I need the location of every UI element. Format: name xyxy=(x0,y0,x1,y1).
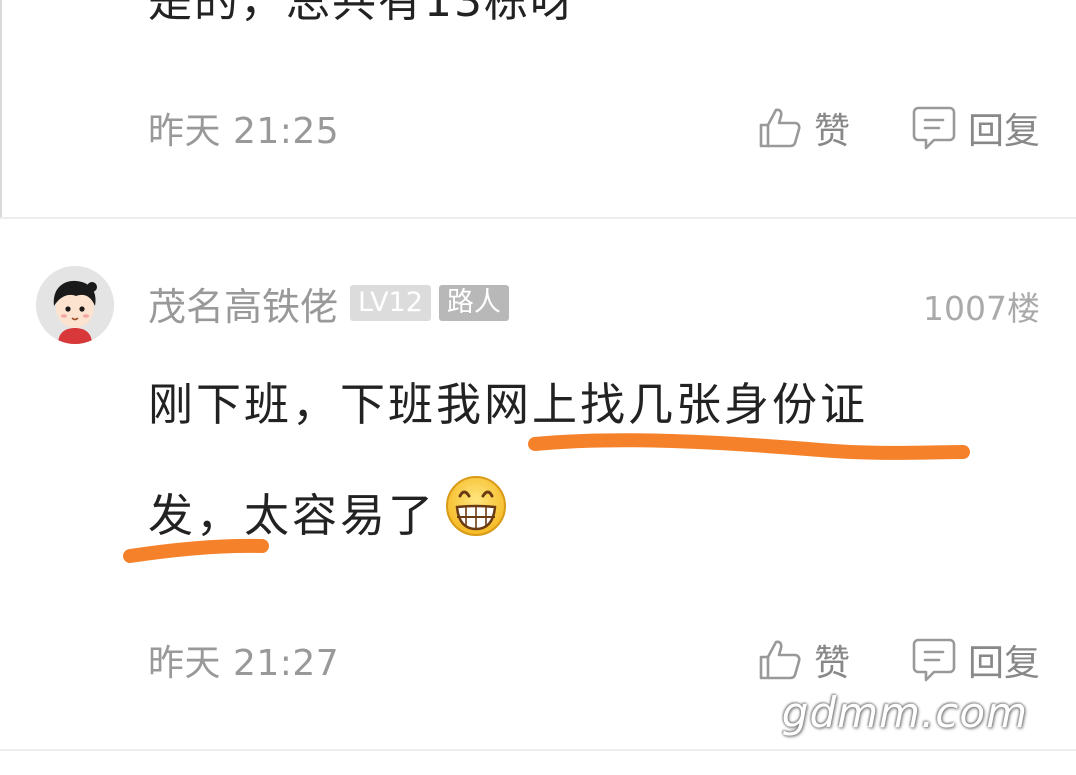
thumbs-up-icon xyxy=(758,106,802,150)
previous-comment-text: 是的，总共有13栋呀 xyxy=(148,0,576,27)
level-badge: LV12 xyxy=(350,285,431,321)
comment-text-line-1: 刚下班，下班我网上找几张身份证 xyxy=(148,378,869,431)
previous-like-label: 赞 xyxy=(813,111,850,152)
previous-reply-label: 回复 xyxy=(967,111,1040,152)
username[interactable]: 茂名高铁佬 xyxy=(148,276,338,331)
username-row: 茂名高铁佬 LV12 路人 xyxy=(148,276,517,330)
grinning-face-emoji-icon xyxy=(444,474,508,549)
previous-like-button[interactable]: 赞 xyxy=(758,102,850,154)
comment-meta: 昨天 21:27 赞 回复 xyxy=(148,632,1040,688)
thumbs-up-icon xyxy=(758,638,802,682)
reply-button[interactable]: 回复 xyxy=(912,634,1040,686)
comment-divider-bottom xyxy=(0,749,1076,751)
avatar[interactable] xyxy=(36,266,114,344)
comment-time: 昨天 21:27 xyxy=(148,643,340,684)
comment-text-line-2: 发，太容易了 xyxy=(148,474,508,549)
role-badge: 路人 xyxy=(438,285,509,321)
previous-comment-time: 昨天 21:25 xyxy=(148,111,340,152)
comment-divider xyxy=(0,217,1076,219)
previous-reply-button[interactable]: 回复 xyxy=(912,102,1040,154)
previous-comment-meta: 昨天 21:25 赞 回复 xyxy=(148,100,1040,156)
left-border xyxy=(0,0,2,218)
underline-mark-1 xyxy=(528,433,970,460)
comment-thread: 是的，总共有13栋呀 昨天 21:25 赞 回复 茂名高铁佬 LV12 路人 1… xyxy=(0,0,1076,775)
comment-text-line-2-text: 发，太容易了 xyxy=(148,489,437,542)
comment-bubble-icon xyxy=(912,104,956,152)
comment-bubble-icon xyxy=(912,636,956,684)
reply-label: 回复 xyxy=(967,643,1040,684)
like-label: 赞 xyxy=(813,643,850,684)
site-watermark: gdmm.com xyxy=(781,688,1028,737)
floor-number: 1007楼 xyxy=(923,289,1040,328)
like-button[interactable]: 赞 xyxy=(758,634,850,686)
